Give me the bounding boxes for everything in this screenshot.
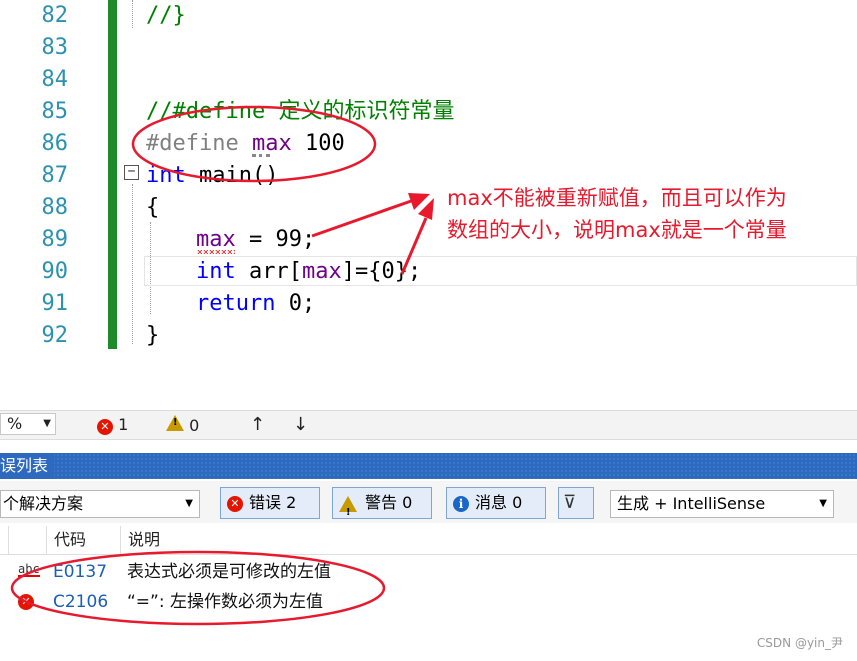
- annotation-arrow: [311, 198, 415, 238]
- annotation-arrow: [400, 217, 428, 275]
- annotation-ellipse: [10, 550, 386, 626]
- annotation-ellipse: [131, 105, 377, 183]
- annotation-overlay: [10, 105, 434, 626]
